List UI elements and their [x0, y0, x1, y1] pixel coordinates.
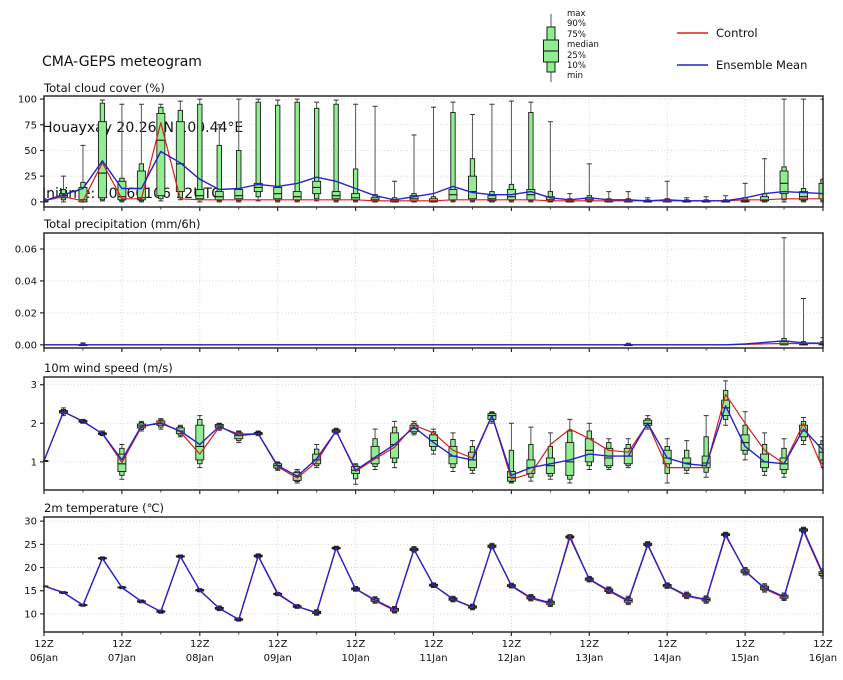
svg-text:75: 75 — [24, 120, 37, 131]
svg-text:0.06: 0.06 — [15, 244, 37, 255]
svg-text:0.00: 0.00 — [15, 340, 37, 351]
svg-text:16Jan: 16Jan — [809, 653, 837, 664]
svg-text:14Jan: 14Jan — [653, 653, 681, 664]
svg-text:12Z: 12Z — [424, 639, 444, 650]
svg-text:30: 30 — [24, 517, 37, 528]
svg-text:3: 3 — [31, 380, 37, 391]
svg-text:15: 15 — [24, 586, 37, 597]
svg-text:12Z: 12Z — [735, 639, 755, 650]
svg-text:12Z: 12Z — [34, 639, 54, 650]
svg-text:12Z: 12Z — [502, 639, 522, 650]
svg-text:12Z: 12Z — [190, 639, 210, 650]
svg-text:100: 100 — [18, 95, 37, 106]
svg-text:0.02: 0.02 — [15, 308, 37, 319]
svg-text:12Z: 12Z — [268, 639, 288, 650]
svg-text:12Z: 12Z — [657, 639, 677, 650]
svg-text:12Z: 12Z — [813, 639, 833, 650]
svg-text:11Jan: 11Jan — [419, 653, 447, 664]
svg-text:10: 10 — [24, 609, 37, 620]
svg-text:25: 25 — [24, 172, 37, 183]
meteogram-figure: CMA-GEPS meteogram Houayxay 20.26°N 100.… — [0, 0, 843, 680]
svg-text:12Z: 12Z — [580, 639, 600, 650]
svg-text:10Jan: 10Jan — [342, 653, 370, 664]
svg-text:09Jan: 09Jan — [264, 653, 292, 664]
meteogram-canvas: 0 25 50 75 100 0.00 0.02 0.04 0.06 1 2 3 10 15 20 25 30 1… — [0, 0, 843, 680]
svg-text:0: 0 — [31, 197, 37, 208]
svg-text:0.04: 0.04 — [15, 276, 37, 287]
svg-text:2: 2 — [31, 419, 37, 430]
svg-text:1: 1 — [31, 457, 37, 468]
svg-text:50: 50 — [24, 146, 37, 157]
svg-text:12Z: 12Z — [112, 639, 132, 650]
svg-text:13Jan: 13Jan — [575, 653, 603, 664]
svg-text:25: 25 — [24, 540, 37, 551]
svg-text:08Jan: 08Jan — [186, 653, 214, 664]
svg-text:06Jan: 06Jan — [30, 653, 58, 664]
svg-text:07Jan: 07Jan — [108, 653, 136, 664]
svg-text:12Z: 12Z — [346, 639, 366, 650]
svg-text:12Jan: 12Jan — [497, 653, 525, 664]
svg-text:15Jan: 15Jan — [731, 653, 759, 664]
svg-text:20: 20 — [24, 563, 37, 574]
